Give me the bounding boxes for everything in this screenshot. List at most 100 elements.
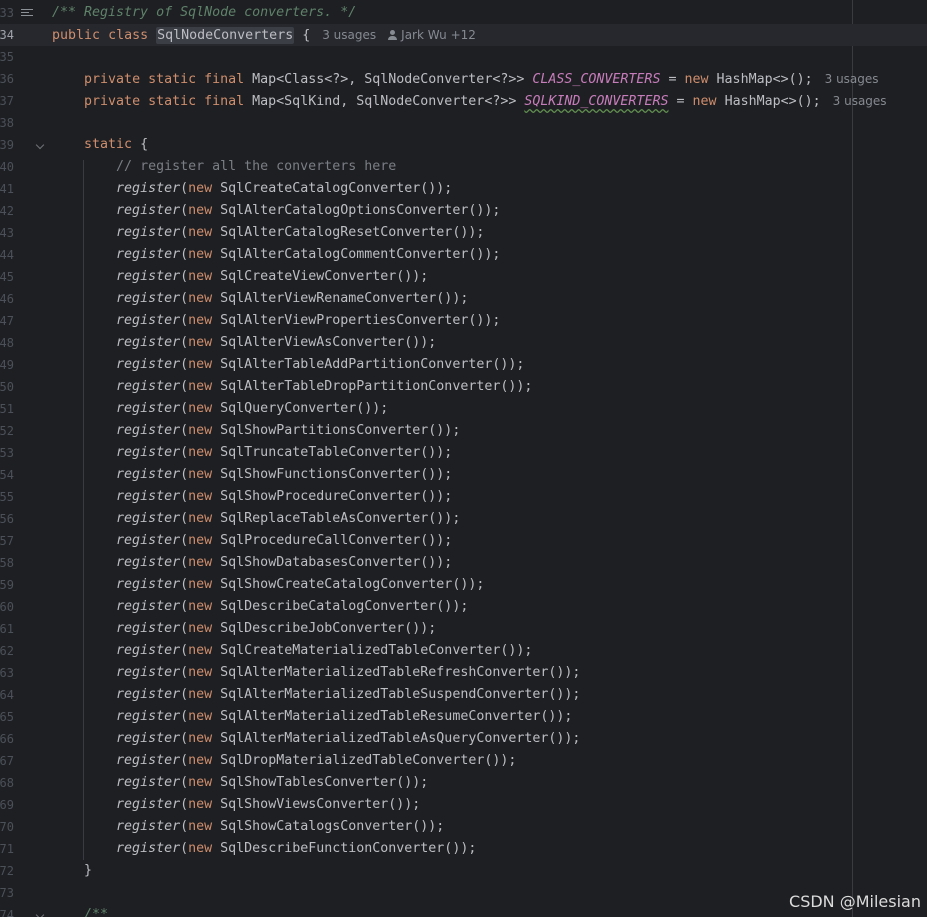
code-line[interactable]: 53 register(new SqlTruncateTableConverte…	[0, 442, 927, 464]
operator: =	[676, 94, 685, 109]
code-line[interactable]: 57 register(new SqlProcedureCallConverte…	[0, 530, 927, 552]
line-number: 57	[0, 534, 14, 548]
code-line[interactable]: 43 register(new SqlAlterCatalogResetConv…	[0, 222, 927, 244]
code-line[interactable]: 36 private static final Map<Class<?>, Sq…	[0, 68, 927, 90]
authors-hint[interactable]: Jark Wu +12	[401, 28, 476, 42]
usages-hint[interactable]: 3 usages	[825, 72, 879, 86]
register-call: register	[116, 445, 181, 460]
code-line[interactable]: 70 register(new SqlShowCatalogsConverter…	[0, 816, 927, 838]
line-number: 63	[0, 666, 14, 680]
register-call: register	[116, 291, 181, 306]
code-line[interactable]: 54 register(new SqlShowFunctionsConverte…	[0, 464, 927, 486]
code-text: register(new SqlTruncateTableConverter()…	[52, 442, 452, 464]
line-number: 55	[0, 490, 14, 504]
code-line[interactable]: 64 register(new SqlAlterMaterializedTabl…	[0, 684, 927, 706]
code-line[interactable]: 60 register(new SqlDescribeCatalogConver…	[0, 596, 927, 618]
code-editor[interactable]: 33 /** Registry of SqlNode converters. */…	[0, 0, 927, 917]
code-line[interactable]: 63 register(new SqlAlterMaterializedTabl…	[0, 662, 927, 684]
code-line[interactable]: 66 register(new SqlAlterMaterializedTabl…	[0, 728, 927, 750]
code-line[interactable]: 73	[0, 882, 927, 904]
converter-expression: SqlDropMaterializedTableConverter());	[220, 753, 517, 768]
code-line[interactable]: 65 register(new SqlAlterMaterializedTabl…	[0, 706, 927, 728]
keyword-new: new	[188, 357, 213, 372]
keyword-new: new	[188, 621, 213, 636]
code-line[interactable]: 33 /** Registry of SqlNode converters. */	[0, 2, 927, 24]
code-line[interactable]: 71 register(new SqlDescribeFunctionConve…	[0, 838, 927, 860]
usages-hint[interactable]: 3 usages	[322, 28, 376, 42]
register-call: register	[116, 555, 181, 570]
brace: }	[84, 863, 93, 878]
code-line[interactable]: 61 register(new SqlDescribeJobConverter(…	[0, 618, 927, 640]
fold-chevron-icon[interactable]	[35, 140, 45, 150]
keyword-new: new	[188, 291, 213, 306]
code-line[interactable]: 67 register(new SqlDropMaterializedTable…	[0, 750, 927, 772]
code-line[interactable]: 42 register(new SqlAlterCatalogOptionsCo…	[0, 200, 927, 222]
fold-chevron-icon[interactable]	[35, 910, 45, 917]
converter-expression: SqlAlterMaterializedTableSuspendConverte…	[220, 687, 581, 702]
converter-expression: SqlShowViewsConverter());	[220, 797, 421, 812]
code-text: register(new SqlDescribeJobConverter());	[52, 618, 436, 640]
code-text: register(new SqlShowTablesConverter());	[52, 772, 428, 794]
keyword-new: new	[188, 533, 213, 548]
code-line[interactable]: 59 register(new SqlShowCreateCatalogConv…	[0, 574, 927, 596]
code-line[interactable]: 48 register(new SqlAlterViewAsConverter(…	[0, 332, 927, 354]
converter-expression: SqlShowProcedureConverter());	[220, 489, 453, 504]
code-line[interactable]: 52 register(new SqlShowPartitionsConvert…	[0, 420, 927, 442]
line-number: 56	[0, 512, 14, 526]
code-line[interactable]: 72 }	[0, 860, 927, 882]
paren: (	[180, 775, 189, 790]
converter-expression: SqlAlterViewPropertiesConverter());	[220, 313, 501, 328]
line-number: 53	[0, 446, 14, 460]
register-call: register	[116, 313, 181, 328]
paren: (	[180, 357, 189, 372]
register-call: register	[116, 577, 181, 592]
register-call: register	[116, 797, 181, 812]
code-line[interactable]: 37 private static final Map<SqlKind, Sql…	[0, 90, 927, 112]
code-line[interactable]: 34 public class SqlNodeConverters {3 usag…	[0, 24, 927, 46]
line-number: 42	[0, 204, 14, 218]
field-modifiers: private static final	[84, 72, 245, 87]
code-text: register(new SqlProcedureCallConverter()…	[52, 530, 452, 552]
keyword-new: new	[188, 841, 213, 856]
paren: (	[180, 269, 189, 284]
keyword-new: new	[188, 489, 213, 504]
usages-hint[interactable]: 3 usages	[833, 94, 887, 108]
keyword-new: new	[188, 753, 213, 768]
register-call: register	[116, 357, 181, 372]
converter-expression: SqlShowCatalogsConverter());	[220, 819, 445, 834]
code-line[interactable]: 47 register(new SqlAlterViewPropertiesCo…	[0, 310, 927, 332]
line-number: 33	[0, 6, 14, 20]
code-line[interactable]: 55 register(new SqlShowProcedureConverte…	[0, 486, 927, 508]
converter-expression: SqlDescribeJobConverter());	[220, 621, 437, 636]
code-line[interactable]: 49 register(new SqlAlterTableAddPartitio…	[0, 354, 927, 376]
code-line[interactable]: 40 // register all the converters here	[0, 156, 927, 178]
code-line[interactable]: 38	[0, 112, 927, 134]
converter-expression: SqlAlterMaterializedTableRefreshConverte…	[220, 665, 581, 680]
code-line[interactable]: 62 register(new SqlCreateMaterializedTab…	[0, 640, 927, 662]
keyword-new: new	[188, 247, 213, 262]
code-line[interactable]: 50 register(new SqlAlterTableDropPartiti…	[0, 376, 927, 398]
converter-expression: SqlShowTablesConverter());	[220, 775, 429, 790]
code-text: register(new SqlAlterMaterializedTableRe…	[52, 662, 580, 684]
converter-expression: SqlShowDatabasesConverter());	[220, 555, 453, 570]
paren: (	[180, 533, 189, 548]
register-call: register	[116, 709, 181, 724]
code-line[interactable]: 68 register(new SqlShowTablesConverter()…	[0, 772, 927, 794]
code-line[interactable]: 58 register(new SqlShowDatabasesConverte…	[0, 552, 927, 574]
code-line[interactable]: 56 register(new SqlReplaceTableAsConvert…	[0, 508, 927, 530]
rendered-doc-icon[interactable]	[21, 9, 33, 19]
code-line[interactable]: 45 register(new SqlCreateViewConverter()…	[0, 266, 927, 288]
keyword-class: class	[108, 28, 149, 43]
code-line[interactable]: 44 register(new SqlAlterCatalogCommentCo…	[0, 244, 927, 266]
code-line[interactable]: 41 register(new SqlCreateCatalogConverte…	[0, 178, 927, 200]
paren: (	[180, 555, 189, 570]
code-line[interactable]: 39 static {	[0, 134, 927, 156]
line-number: 62	[0, 644, 14, 658]
code-line[interactable]: 74 /**	[0, 904, 927, 917]
converter-expression: SqlQueryConverter());	[220, 401, 389, 416]
keyword-new: new	[188, 775, 213, 790]
code-line[interactable]: 35	[0, 46, 927, 68]
code-line[interactable]: 69 register(new SqlShowViewsConverter())…	[0, 794, 927, 816]
code-line[interactable]: 46 register(new SqlAlterViewRenameConver…	[0, 288, 927, 310]
code-line[interactable]: 51 register(new SqlQueryConverter());	[0, 398, 927, 420]
